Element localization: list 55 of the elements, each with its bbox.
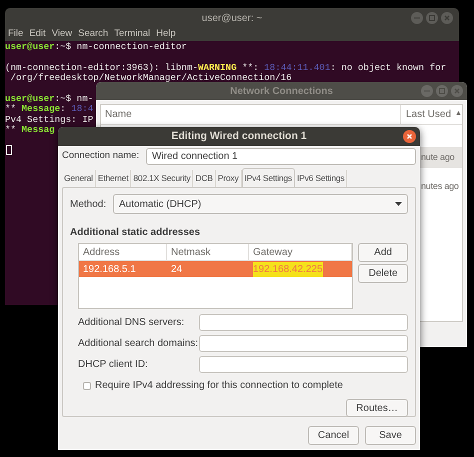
field-label: Additional search domains: [78, 337, 199, 351]
dropdown-caret-icon [395, 202, 402, 206]
window-title: Editing Wired connection 1 [171, 128, 307, 144]
method-dropdown[interactable]: Automatic (DHCP) [113, 194, 408, 214]
tab[interactable]: Ethernet [96, 170, 132, 187]
window-title: user@user: ~ [202, 12, 262, 26]
cursor-icon [6, 144, 12, 155]
menu-item[interactable]: Terminal [114, 27, 150, 42]
terminal-line: ** Message: 18:4 [5, 103, 94, 114]
button[interactable]: Delete [358, 264, 408, 283]
maximize-icon[interactable] [436, 85, 448, 97]
column-header[interactable]: Address [79, 244, 167, 260]
field-label: DHCP client ID: [78, 358, 149, 372]
section-heading: Additional static addresses [70, 226, 202, 240]
input-field[interactable] [198, 335, 408, 352]
close-icon[interactable] [403, 130, 416, 143]
menu-item[interactable]: File [8, 27, 24, 42]
table-cell: 192.168.42.225 [253, 262, 323, 276]
table-cell-text: 192.168.5.1 [83, 262, 136, 276]
menu-item[interactable]: Search [78, 27, 108, 42]
connection-name-field[interactable]: Wired connection 1 [146, 148, 416, 165]
menu-item[interactable]: Edit [29, 27, 46, 42]
table-cell-text: 24 [171, 262, 182, 276]
terminal-line: Pv4 Settings: IP [5, 114, 94, 125]
list-row[interactable]: nute ago [420, 147, 462, 168]
field-label: Method: [70, 198, 105, 212]
column-header[interactable]: Gateway [249, 244, 352, 260]
tab[interactable]: DCB [193, 170, 216, 187]
column-header[interactable]: Name [101, 105, 400, 124]
tab[interactable]: General [62, 170, 96, 187]
input-field[interactable] [198, 314, 408, 331]
window-title: Network Connections [230, 84, 333, 98]
column-header[interactable]: Netmask [167, 244, 249, 260]
terminal-line: /org/freedesktop/NetworkManager/ActiveConnection/16 [10, 72, 292, 84]
terminal-line: ** Messag [5, 124, 55, 136]
input-field[interactable] [198, 356, 408, 373]
maximize-icon[interactable] [426, 12, 438, 24]
button[interactable]: Save [365, 426, 416, 445]
minimize-icon[interactable] [411, 12, 423, 24]
tab[interactable]: IPv6 Settings [294, 170, 348, 187]
terminal-line: (nm-connection-editor:3963): libnm-WARNING **: 18:44:11.401: no object known for [5, 62, 446, 73]
button[interactable]: Cancel [308, 426, 359, 445]
tab[interactable]: IPv4 Settings [242, 168, 295, 187]
button[interactable]: Add [358, 243, 408, 262]
checkbox-label: Require IPv4 addressing for this connection to complete [95, 379, 343, 393]
field-label: Additional DNS servers: [78, 316, 186, 330]
routes-button[interactable]: Routes… [346, 399, 408, 417]
menu-item[interactable]: View [52, 27, 72, 42]
minimize-icon[interactable] [421, 85, 433, 97]
field-label: Connection name: [62, 149, 138, 164]
terminal-line: user@user:~$ nm-connection-editor [5, 41, 187, 52]
checkbox[interactable] [83, 382, 91, 390]
menu-item[interactable]: Help [156, 27, 176, 42]
terminal-line: user@user:~$ nm- [5, 92, 94, 104]
tab[interactable]: 802.1X Security [131, 170, 194, 187]
